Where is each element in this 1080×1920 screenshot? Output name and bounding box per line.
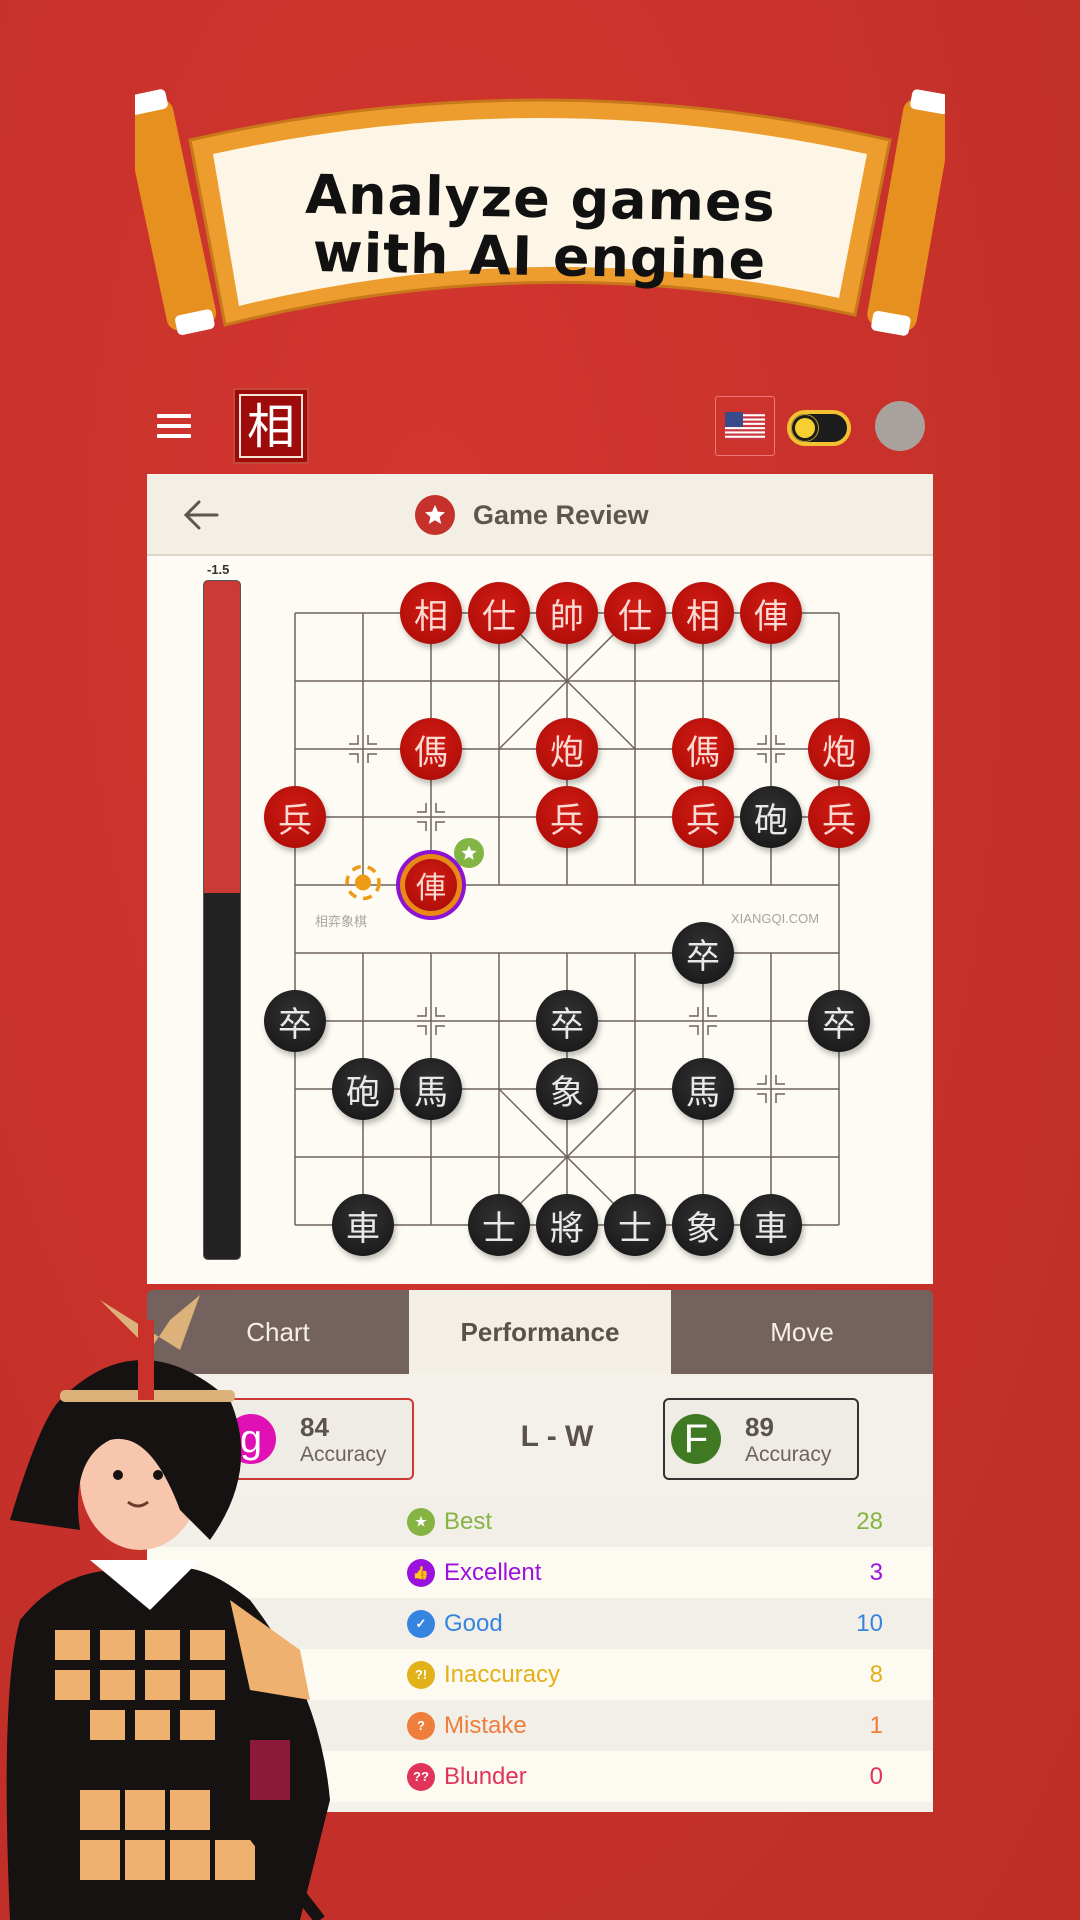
red-piece[interactable]: 炮 <box>808 718 870 780</box>
red-piece[interactable]: 兵 <box>808 786 870 848</box>
tab-performance[interactable]: Performance <box>409 1290 671 1374</box>
black-piece[interactable]: 車 <box>332 1194 394 1256</box>
stat-value: 10 <box>856 1609 883 1637</box>
game-result: L - W <box>520 1420 594 1453</box>
stat-label: Mistake <box>444 1711 527 1739</box>
position-marker <box>757 753 767 763</box>
position-marker <box>417 803 427 813</box>
red-piece[interactable]: 仕 <box>604 582 666 644</box>
question-icon: ? <box>407 1711 435 1740</box>
player-right-avatar: F <box>671 1414 721 1464</box>
position-marker <box>435 1007 445 1017</box>
tab-move[interactable]: Move <box>671 1290 933 1374</box>
hamburger-menu-icon[interactable] <box>157 414 191 438</box>
game-review-panel: Game Review -1.5 相弈象棋 XIANGQI.COM 相仕帥仕相俥… <box>147 474 933 1284</box>
app-logo[interactable]: 相 <box>233 388 309 464</box>
theme-toggle[interactable] <box>787 410 851 446</box>
stat-value: 1 <box>869 1711 883 1739</box>
sun-icon <box>795 418 815 438</box>
position-marker <box>775 753 785 763</box>
logo-char: 相 <box>239 394 303 458</box>
check-icon: ✓ <box>407 1609 435 1638</box>
position-marker <box>689 1025 699 1035</box>
position-marker <box>757 1093 767 1103</box>
black-piece[interactable]: 將 <box>536 1194 598 1256</box>
red-piece[interactable]: 仕 <box>468 582 530 644</box>
black-piece[interactable]: 卒 <box>264 990 326 1052</box>
xiangqi-board[interactable]: 相弈象棋 XIANGQI.COM 相仕帥仕相俥傌炮傌炮兵兵兵砲兵俥卒卒卒卒砲馬象… <box>147 474 933 1284</box>
stat-label: Best <box>444 1507 493 1535</box>
red-piece[interactable]: 炮 <box>536 718 598 780</box>
red-piece[interactable]: 帥 <box>536 582 598 644</box>
position-marker <box>757 1075 767 1085</box>
red-piece[interactable]: 兵 <box>264 786 326 848</box>
red-piece[interactable]: 傌 <box>400 718 462 780</box>
black-piece[interactable]: 士 <box>604 1194 666 1256</box>
us-flag-icon <box>725 412 765 440</box>
position-marker <box>435 1025 445 1035</box>
double-question-icon: ?? <box>407 1762 435 1791</box>
position-marker <box>435 803 445 813</box>
red-piece[interactable]: 兵 <box>536 786 598 848</box>
watermark-chinese: 相弈象棋 <box>315 915 368 930</box>
position-marker <box>689 1007 699 1017</box>
black-piece[interactable]: 砲 <box>740 786 802 848</box>
black-piece[interactable]: 卒 <box>536 990 598 1052</box>
position-marker <box>435 821 445 831</box>
black-piece[interactable]: 象 <box>672 1194 734 1256</box>
stat-value: 0 <box>869 1762 883 1790</box>
banner-headline: Analyze games with AI engine <box>134 163 946 293</box>
black-piece[interactable]: 象 <box>536 1058 598 1120</box>
player-right-accuracy-label: Accuracy <box>745 1442 832 1466</box>
position-marker <box>707 1007 717 1017</box>
black-piece[interactable]: 卒 <box>672 922 734 984</box>
black-piece[interactable]: 馬 <box>400 1058 462 1120</box>
stat-label: Excellent <box>444 1558 542 1586</box>
thumbs-up-icon: 👍 <box>407 1558 435 1587</box>
red-piece-selected[interactable]: 俥 <box>405 859 457 911</box>
position-marker <box>775 1075 785 1085</box>
position-marker <box>367 753 377 763</box>
position-marker <box>417 821 427 831</box>
black-piece[interactable]: 砲 <box>332 1058 394 1120</box>
position-marker <box>417 1007 427 1017</box>
position-marker <box>775 735 785 745</box>
red-piece[interactable]: 兵 <box>672 786 734 848</box>
language-button[interactable] <box>715 396 775 456</box>
stat-label: Blunder <box>444 1762 527 1790</box>
red-piece[interactable]: 傌 <box>672 718 734 780</box>
red-piece[interactable]: 相 <box>400 582 462 644</box>
stat-label: Inaccuracy <box>444 1660 561 1688</box>
user-avatar-icon[interactable] <box>875 401 925 451</box>
stat-label: Good <box>444 1609 503 1637</box>
promo-banner: Analyze games with AI engine <box>135 70 945 350</box>
player-right-accuracy-card: F 89 Accuracy <box>663 1398 859 1480</box>
black-piece[interactable]: 士 <box>468 1194 530 1256</box>
stat-value: 8 <box>869 1660 883 1688</box>
hint-dot-icon[interactable] <box>343 863 383 908</box>
red-piece[interactable]: 相 <box>672 582 734 644</box>
app-header: 相 <box>147 370 933 474</box>
red-piece[interactable]: 俥 <box>740 582 802 644</box>
watermark-site: XIANGQI.COM <box>731 911 820 926</box>
best-move-star-icon <box>454 838 484 868</box>
black-piece[interactable]: 車 <box>740 1194 802 1256</box>
stat-value: 28 <box>856 1507 883 1535</box>
position-marker <box>775 1093 785 1103</box>
star-icon: ★ <box>407 1507 435 1536</box>
warrior-illustration <box>6 1295 331 1920</box>
position-marker <box>757 735 767 745</box>
position-marker <box>349 735 359 745</box>
player-right-accuracy-value: 89 <box>745 1411 774 1442</box>
position-marker <box>417 1025 427 1035</box>
stat-value: 3 <box>869 1558 883 1586</box>
position-marker <box>349 753 359 763</box>
black-piece[interactable]: 卒 <box>808 990 870 1052</box>
inaccuracy-icon: ?! <box>407 1660 435 1689</box>
position-marker <box>367 735 377 745</box>
position-marker <box>707 1025 717 1035</box>
black-piece[interactable]: 馬 <box>672 1058 734 1120</box>
